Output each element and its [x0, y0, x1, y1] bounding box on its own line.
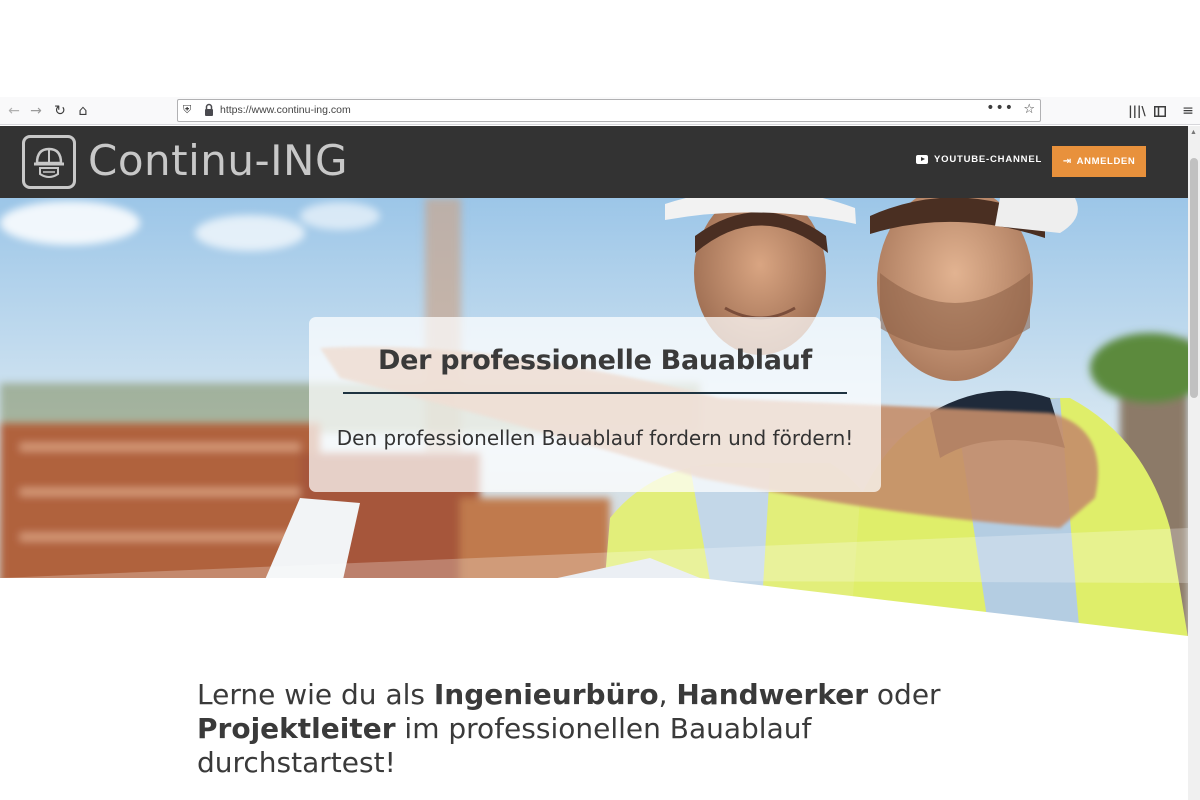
top-blank-area	[0, 0, 1200, 97]
site-header: Continu-ING YOUTUBE-CHANNEL ⇥ ANMELDEN	[0, 126, 1188, 198]
lock-icon[interactable]	[202, 102, 216, 118]
menu-icon[interactable]: ≡	[1178, 101, 1198, 121]
login-icon: ⇥	[1062, 156, 1072, 167]
intro-text-1: Lerne wie du als	[197, 678, 434, 711]
page-scrollbar[interactable]: ▲	[1188, 126, 1200, 800]
intro-text-3: oder	[868, 678, 941, 711]
login-button[interactable]: ⇥ ANMELDEN	[1052, 146, 1146, 177]
more-dots-icon[interactable]: •••	[986, 100, 1014, 116]
url-text[interactable]: https://www.continu-ing.com	[220, 104, 351, 116]
browser-toolbar: ← → ↻ ⌂ ⛨ https://www.continu-ing.com ••…	[0, 97, 1200, 125]
sidebar-icon[interactable]	[1150, 101, 1170, 121]
reload-icon[interactable]: ↻	[50, 101, 70, 121]
hero-title: Der professionelle Bauablauf	[377, 345, 812, 376]
forward-arrow-icon[interactable]: →	[26, 101, 46, 121]
intro-bold-ingenieurbuero: Ingenieurbüro	[433, 678, 659, 711]
login-label: ANMELDEN	[1076, 156, 1136, 167]
intro-bold-projektleiter: Projektleiter	[197, 712, 396, 745]
scroll-up-icon[interactable]: ▲	[1190, 129, 1197, 136]
hero-divider	[343, 392, 847, 394]
home-icon[interactable]: ⌂	[73, 101, 93, 121]
bookmark-star-icon[interactable]: ☆	[1023, 102, 1035, 117]
youtube-icon	[916, 155, 928, 164]
web-page: Continu-ING YOUTUBE-CHANNEL ⇥ ANMELDEN D…	[0, 126, 1188, 800]
youtube-channel-label: YOUTUBE-CHANNEL	[934, 154, 1043, 165]
hero-text-box: Der professionelle Bauablauf Den profess…	[309, 317, 881, 492]
intro-text-2: ,	[658, 678, 677, 711]
intro-bold-handwerker: Handwerker	[676, 678, 869, 711]
intro-heading: Lerne wie du als Ingenieurbüro, Handwerk…	[197, 678, 957, 780]
url-bar[interactable]: ⛨ https://www.continu-ing.com ••• ☆	[177, 99, 1041, 122]
back-arrow-icon[interactable]: ←	[4, 101, 24, 121]
library-icon[interactable]: |||\	[1127, 101, 1147, 121]
hero-section: Der professionelle Bauablauf Den profess…	[0, 198, 1188, 638]
youtube-channel-link[interactable]: YOUTUBE-CHANNEL	[916, 154, 1042, 165]
scroll-thumb[interactable]	[1190, 158, 1198, 398]
hero-subtitle: Den professionellen Bauablauf fordern un…	[336, 426, 854, 450]
logo-helmet-icon[interactable]	[22, 135, 76, 189]
shield-icon[interactable]: ⛨	[183, 103, 191, 117]
logo-text[interactable]: Continu-ING	[88, 136, 348, 185]
